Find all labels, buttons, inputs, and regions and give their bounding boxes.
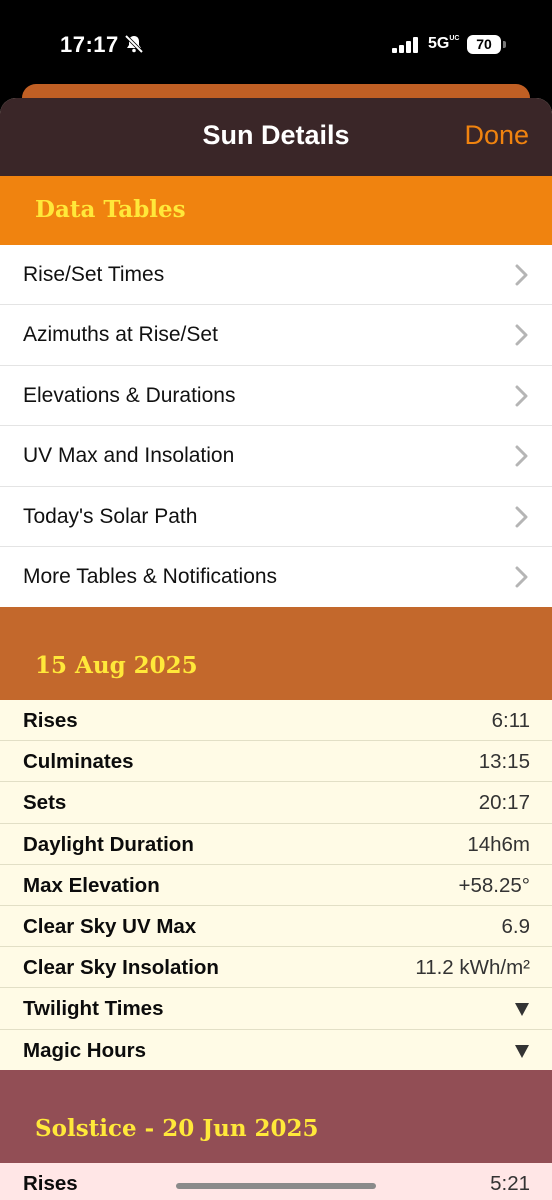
battery-icon: 70 <box>467 35 501 54</box>
navigation-bar: Sun Details Done <box>0 98 552 176</box>
network-type: 5GUC <box>428 35 460 52</box>
chevron-right-icon <box>515 506 528 528</box>
row-label: Rises <box>23 1172 78 1195</box>
sun-details-sheet: Sun Details Done Data Tables Rise/Set Ti… <box>0 98 552 1200</box>
menu-item-label: Azimuths at Rise/Set <box>23 323 218 347</box>
menu-item-label: Elevations & Durations <box>23 383 236 407</box>
row-label: Clear Sky UV Max <box>23 914 197 938</box>
row-value: +58.25° <box>458 873 530 897</box>
battery-level: 70 <box>476 36 492 52</box>
date-section-header: 15 Aug 2025 <box>0 607 552 700</box>
row-label: Culminates <box>23 750 134 774</box>
row-value: 14h6m <box>467 832 530 856</box>
table-row: Clear Sky Insolation 11.2 kWh/m² <box>0 947 552 989</box>
menu-item-label: Rise/Set Times <box>23 263 165 286</box>
solstice-details: Rises 5:21 <box>0 1163 552 1200</box>
menu-item-solar-path[interactable]: Today's Solar Path <box>0 487 552 547</box>
row-label: Clear Sky Insolation <box>23 956 219 980</box>
bell-slash-icon <box>124 34 144 54</box>
table-row: Sets 20:17 <box>0 782 552 824</box>
home-indicator[interactable] <box>176 1183 376 1189</box>
data-tables-menu: Rise/Set Times Azimuths at Rise/Set Elev… <box>0 245 552 608</box>
menu-item-label: Today's Solar Path <box>23 504 198 528</box>
chevron-right-icon <box>515 324 528 346</box>
menu-item-uv-max[interactable]: UV Max and Insolation <box>0 426 552 487</box>
menu-item-label: More Tables & Notifications <box>23 564 278 588</box>
chevron-right-icon <box>515 264 528 286</box>
cell-signal-icon <box>392 37 422 53</box>
menu-item-more-tables[interactable]: More Tables & Notifications <box>0 547 552 607</box>
row-label: Rises <box>23 709 78 732</box>
battery-tip <box>503 41 506 48</box>
chevron-right-icon <box>515 445 528 467</box>
menu-item-elevations[interactable]: Elevations & Durations <box>0 366 552 427</box>
row-value: 6.9 <box>501 914 531 938</box>
row-label: Magic Hours <box>23 1038 147 1062</box>
row-label: Twilight Times <box>23 997 164 1021</box>
row-label: Sets <box>23 791 67 815</box>
twilight-times-toggle[interactable]: Twilight Times <box>0 988 552 1030</box>
done-button[interactable]: Done <box>464 120 529 151</box>
row-label: Max Elevation <box>23 873 160 897</box>
menu-item-rise-set-times[interactable]: Rise/Set Times <box>0 245 552 306</box>
table-row: Culminates 13:15 <box>0 741 552 783</box>
menu-item-azimuths[interactable]: Azimuths at Rise/Set <box>0 305 552 366</box>
table-row: Daylight Duration 14h6m <box>0 824 552 865</box>
table-row: Max Elevation +58.25° <box>0 865 552 906</box>
expand-triangle-icon <box>515 1003 529 1017</box>
row-value: 11.2 kWh/m² <box>415 956 530 980</box>
table-row: Clear Sky UV Max 6.9 <box>0 906 552 948</box>
chevron-right-icon <box>515 385 528 407</box>
table-row: Rises 5:21 <box>0 1163 552 1200</box>
row-value: 20:17 <box>478 791 530 815</box>
section-title: Data Tables <box>35 196 186 223</box>
row-value: 5:21 <box>490 1172 530 1195</box>
chevron-right-icon <box>515 566 528 588</box>
status-bar: 17:17 5GUC 70 <box>0 0 552 88</box>
section-title: 15 Aug 2025 <box>35 652 198 679</box>
expand-triangle-icon <box>515 1044 529 1058</box>
row-label: Daylight Duration <box>23 832 194 856</box>
today-details: Rises 6:11 Culminates 13:15 Sets 20:17 D… <box>0 700 552 1070</box>
clock: 17:17 <box>60 32 119 57</box>
row-value: 13:15 <box>478 750 530 774</box>
table-row: Rises 6:11 <box>0 700 552 742</box>
row-value: 6:11 <box>491 709 530 732</box>
solstice-section-header: Solstice - 20 Jun 2025 <box>0 1070 552 1163</box>
magic-hours-toggle[interactable]: Magic Hours <box>0 1030 552 1071</box>
section-title: Solstice - 20 Jun 2025 <box>35 1115 319 1142</box>
data-tables-header: Data Tables <box>0 176 552 245</box>
menu-item-label: UV Max and Insolation <box>23 444 235 468</box>
